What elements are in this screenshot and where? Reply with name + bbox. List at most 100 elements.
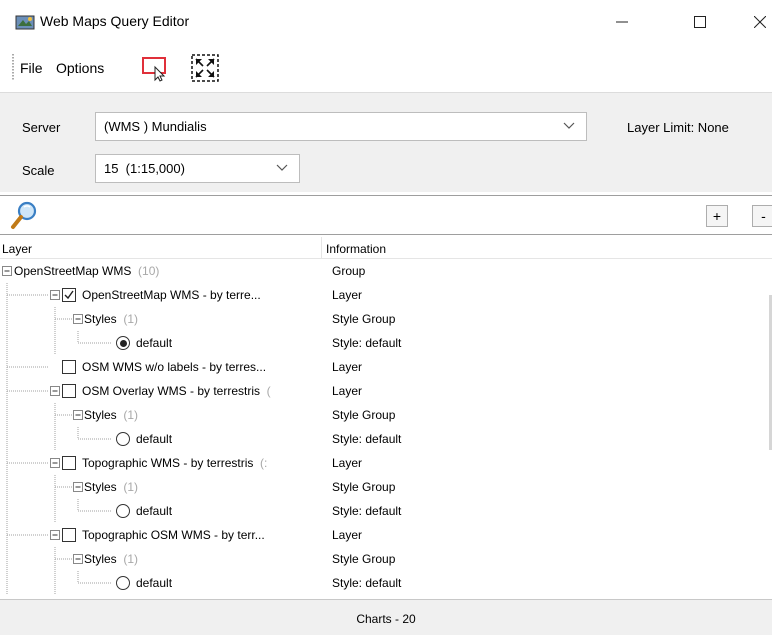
tree-node-label[interactable]: default <box>136 504 172 518</box>
tree-node-label[interactable]: default <box>136 576 172 590</box>
tree-row[interactable]: Styles (1) Style Group <box>0 403 772 427</box>
tree-row[interactable]: OpenStreetMap WMS (10) Group <box>0 259 772 283</box>
tree-node-label[interactable]: default <box>136 432 172 446</box>
layer-checkbox[interactable] <box>62 456 76 470</box>
tree-node-label[interactable]: Topographic WMS - by terrestris (: <box>82 456 267 470</box>
tree-node-label[interactable]: Topographic OSM WMS - by terr... <box>82 528 265 542</box>
tree-cell-information: Layer <box>332 456 363 470</box>
maximize-button[interactable] <box>680 8 720 36</box>
node-count: (1) <box>116 408 139 422</box>
minimize-button[interactable] <box>602 8 642 36</box>
layer-checkbox[interactable] <box>62 528 76 542</box>
expand-icon[interactable] <box>190 53 220 83</box>
search-bar[interactable]: + - <box>0 195 772 235</box>
node-name: OSM WMS w/o labels - by terres... <box>82 360 267 374</box>
tree-cell-information: Style: default <box>332 432 402 446</box>
tree-node-label[interactable]: OSM Overlay WMS - by terrestris ( <box>82 384 271 398</box>
node-name: Styles <box>84 312 117 326</box>
node-count: (1) <box>116 552 139 566</box>
add-button[interactable]: + <box>706 205 728 227</box>
remove-button[interactable]: - <box>752 205 772 227</box>
close-icon <box>754 16 766 28</box>
tree-row[interactable]: default Style: default <box>0 427 772 451</box>
column-header-information[interactable]: Information <box>326 242 386 256</box>
node-name: Styles <box>84 552 117 566</box>
tree-cell-layer: OpenStreetMap WMS - by terre... <box>0 283 320 307</box>
app-icon <box>15 15 35 30</box>
scale-select[interactable]: 15 (1:15,000) <box>95 154 300 183</box>
tree-cell-layer: Styles (1) <box>0 307 320 331</box>
layer-checkbox[interactable] <box>62 360 76 374</box>
checkmark-icon <box>64 290 74 300</box>
tree-row[interactable]: Topographic WMS - by terrestris (: Layer <box>0 451 772 475</box>
node-name: default <box>136 504 173 518</box>
minimize-icon <box>616 21 628 23</box>
layer-checkbox[interactable] <box>62 384 76 398</box>
column-header-layer[interactable]: Layer <box>2 242 32 256</box>
tree-row[interactable]: Styles (1) Style Group <box>0 547 772 571</box>
tree-row[interactable]: OSM WMS w/o labels - by terres... Layer <box>0 355 772 379</box>
tree-row[interactable]: OpenStreetMap WMS - by terre... Layer <box>0 283 772 307</box>
tree-node-label[interactable]: default <box>136 336 172 350</box>
layer-tree[interactable]: Layer Information OpenStreetMap WMS (10)… <box>0 237 772 599</box>
tree-node-label[interactable]: Styles (1) <box>84 552 138 566</box>
tree-row[interactable]: default Style: default <box>0 571 772 595</box>
tree-cell-information: Layer <box>332 288 363 302</box>
node-name: OpenStreetMap WMS - by terre... <box>82 288 261 302</box>
layer-limit-label: Layer Limit: None <box>627 120 729 135</box>
tree-node-label[interactable]: OSM WMS w/o labels - by terres... <box>82 360 266 374</box>
node-count: (1) <box>116 312 139 326</box>
tree-cell-layer: default <box>0 499 320 523</box>
tree-row[interactable]: default Style: default <box>0 499 772 523</box>
tree-cell-information: Layer <box>332 528 363 542</box>
scale-label: Scale <box>22 163 55 178</box>
tree-node-label[interactable]: OpenStreetMap WMS - by terre... <box>82 288 261 302</box>
tree-cell-layer: default <box>0 331 320 355</box>
menu-options[interactable]: Options <box>56 60 104 76</box>
column-divider[interactable] <box>321 237 322 259</box>
close-button[interactable] <box>740 8 772 36</box>
window-title: Web Maps Query Editor <box>40 13 190 29</box>
style-radio[interactable] <box>116 576 130 590</box>
toolbar-grip[interactable] <box>12 54 14 80</box>
tree-cell-layer: OSM Overlay WMS - by terrestris ( <box>0 379 320 403</box>
tree-node-label[interactable]: OpenStreetMap WMS (10) <box>14 264 159 278</box>
tree-cell-layer: Topographic WMS - by terrestris (: <box>0 451 320 475</box>
select-rect-icon[interactable] <box>140 53 170 83</box>
status-bar: Charts - 20 <box>0 599 772 635</box>
tree-row[interactable]: OSM Overlay WMS - by terrestris (Layer <box>0 379 772 403</box>
tree-cell-information: Style Group <box>332 312 396 326</box>
status-text: Charts - 20 <box>356 612 416 626</box>
style-radio[interactable] <box>116 336 130 350</box>
maximize-icon <box>694 16 706 28</box>
node-name: Topographic OSM WMS - by terr... <box>82 528 265 542</box>
tree-connector-lines <box>6 427 112 451</box>
node-name: default <box>136 336 173 350</box>
tree-node-label[interactable]: Styles (1) <box>84 408 138 422</box>
tree-row[interactable]: Topographic OSM WMS - by terr... Layer <box>0 523 772 547</box>
tree-row[interactable]: default Style: default <box>0 331 772 355</box>
tree-row[interactable]: Styles (1) Style Group <box>0 475 772 499</box>
style-radio[interactable] <box>116 504 130 518</box>
tree-node-label[interactable]: Styles (1) <box>84 480 138 494</box>
tree-node-label[interactable]: Styles (1) <box>84 312 138 326</box>
tree-header: Layer Information <box>0 237 772 259</box>
style-radio[interactable] <box>116 432 130 446</box>
node-name: default <box>136 576 173 590</box>
menu-file[interactable]: File <box>20 60 43 76</box>
tree-row[interactable]: Styles (1) Style Group <box>0 307 772 331</box>
node-name: Styles <box>84 480 117 494</box>
radio-selected-dot <box>119 339 127 347</box>
scale-value: 15 (1:15,000) <box>104 161 185 176</box>
tree-cell-layer: Styles (1) <box>0 547 320 571</box>
tree-cell-layer: default <box>0 571 320 595</box>
server-select[interactable]: (WMS ) Mundialis <box>95 112 587 141</box>
chevron-down-icon <box>563 122 575 129</box>
tree-cell-information: Group <box>332 264 366 278</box>
menu-bar: File Options <box>0 42 772 92</box>
node-count: (10) <box>131 264 160 278</box>
search-icon[interactable] <box>10 200 38 232</box>
tree-connector-lines <box>6 499 112 523</box>
layer-checkbox[interactable] <box>62 288 76 302</box>
tree-cell-layer: default <box>0 427 320 451</box>
